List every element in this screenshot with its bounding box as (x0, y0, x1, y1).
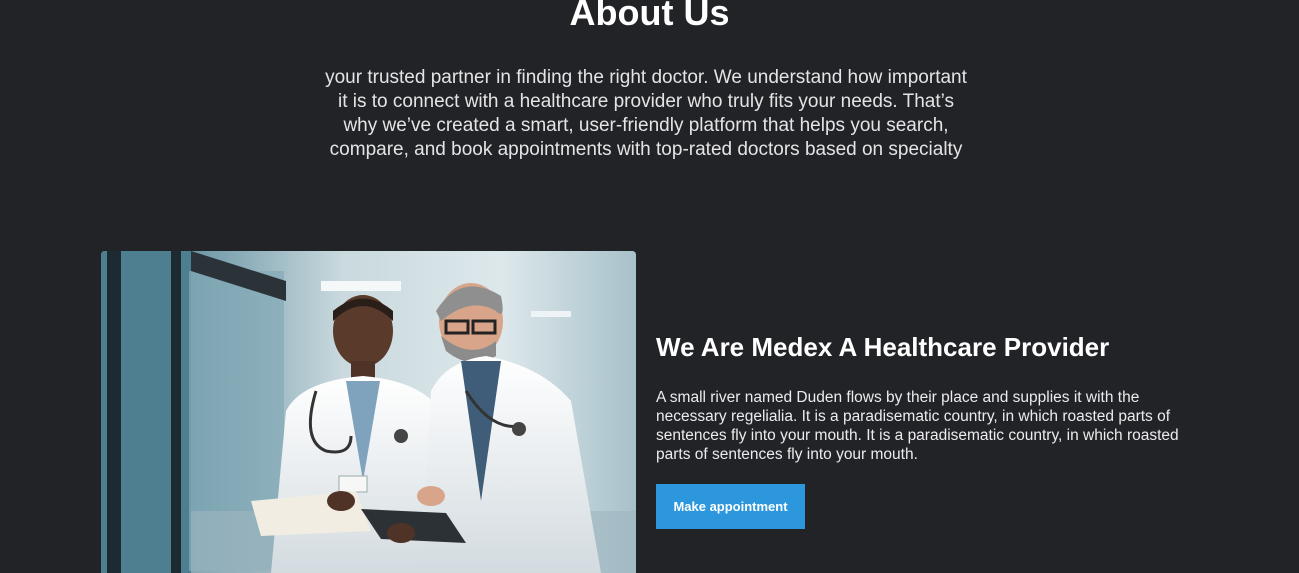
doctors-photo (101, 251, 636, 573)
intro-paragraph: your trusted partner in finding the righ… (325, 67, 967, 160)
about-section: About Us your trusted partner in finding… (0, 0, 1299, 573)
feature-description: A small river named Duden flows by their… (656, 389, 1179, 463)
make-appointment-button[interactable]: Make appointment (656, 484, 805, 529)
section-heading: About Us (569, 0, 730, 33)
feature-title: We Are Medex A Healthcare Provider (656, 332, 1110, 362)
